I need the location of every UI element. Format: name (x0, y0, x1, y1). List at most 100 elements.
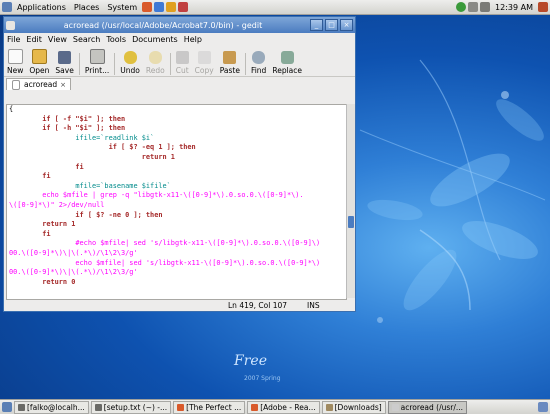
bottom-panel: [falko@localh... [setup.txt (~) -... [Th… (0, 399, 550, 414)
window-menu-icon[interactable] (6, 20, 15, 30)
text-editor-icon (94, 403, 102, 411)
code-line: \([0-9]*\)" 2>/dev/null (9, 200, 105, 209)
code-line: return 1 (9, 152, 175, 161)
folder-icon (325, 403, 333, 411)
wallpaper-subtitle: 2007 Spring (244, 375, 281, 382)
menu-bar: File Edit View Search Tools Documents He… (4, 33, 355, 46)
magnifier-icon (252, 51, 266, 64)
tab-label: acroread (24, 80, 58, 89)
taskbar-item-setup[interactable]: [setup.txt (~) -... (90, 400, 172, 414)
print-button[interactable]: Print... (85, 49, 109, 75)
menu-view[interactable]: View (45, 35, 70, 44)
code-line: if [ -h "$i" ]; then (9, 124, 126, 133)
window-titlebar[interactable]: acroread (/usr/local/Adobe/Acrobat7.0/bi… (4, 17, 355, 33)
save-button[interactable]: Save (55, 51, 74, 75)
scrollbar-thumb[interactable] (348, 216, 354, 228)
menu-search[interactable]: Search (70, 35, 103, 44)
toolbar-separator (78, 53, 80, 75)
taskbar-item-downloads[interactable]: [Downloads] (321, 400, 386, 414)
menu-edit[interactable]: Edit (23, 35, 45, 44)
code-line: #echo $mfile| sed 's/libgtk-x11-\([0-9]*… (9, 239, 321, 248)
top-panel: Applications Places System 12:39 AM (0, 0, 550, 15)
logout-icon[interactable] (538, 2, 548, 12)
code-line: fi (9, 229, 51, 238)
main-menu-icon[interactable] (2, 2, 12, 12)
network-status-icon[interactable] (456, 2, 467, 12)
vertical-scrollbar[interactable] (346, 104, 355, 298)
taskbar-item-terminal[interactable]: [falko@localh... (14, 400, 89, 414)
find-button[interactable]: Find (251, 51, 266, 75)
toolbar-separator (114, 53, 116, 75)
code-line: echo $mfile | grep -q "libgtk-x11-\([0-9… (9, 191, 304, 200)
cut-button[interactable]: Cut (175, 51, 189, 75)
replace-icon (280, 51, 294, 64)
open-button[interactable]: Open (29, 49, 49, 75)
minimize-button[interactable]: _ (310, 19, 323, 31)
code-block: { if [ -f "$i" ]; then if [ -h "$i" ]; t… (7, 105, 346, 287)
undo-button[interactable]: Undo (120, 51, 140, 75)
clock[interactable]: 12:39 AM (491, 3, 537, 12)
menu-documents[interactable]: Documents (129, 35, 181, 44)
replace-label: Replace (272, 66, 302, 75)
cursor-position: Ln 419, Col 107 (228, 300, 288, 310)
paste-button[interactable]: Paste (220, 51, 240, 75)
workspace-switcher-icon[interactable] (538, 402, 548, 412)
code-line: 00.\([0-9]*\)\|\(.*\)/\1\2\3/g' (9, 248, 138, 257)
gedit-window: acroread (/usr/local/Adobe/Acrobat7.0/bi… (3, 16, 356, 312)
find-label: Find (250, 66, 267, 75)
code-line: fi (9, 172, 51, 181)
insert-mode: INS (307, 300, 320, 310)
tab-close-icon[interactable]: × (60, 81, 66, 89)
launcher-icon-2[interactable] (154, 2, 165, 12)
redo-button[interactable]: Redo (146, 51, 165, 75)
code-line: return 1 (9, 220, 76, 229)
code-line: if [ $? -eq 1 ]; then (9, 143, 196, 152)
show-desktop-icon[interactable] (2, 402, 12, 412)
maximize-button[interactable]: □ (325, 19, 338, 31)
clipboard-icon (223, 51, 237, 64)
code-line: { (9, 105, 14, 113)
new-button[interactable]: New (7, 49, 23, 75)
close-button[interactable]: × (340, 19, 353, 31)
cut-label: Cut (175, 66, 189, 75)
menu-file[interactable]: File (4, 35, 23, 44)
scissors-icon (175, 51, 189, 64)
launcher-icon-3[interactable] (166, 2, 177, 12)
volume-icon[interactable] (480, 2, 491, 12)
undo-icon (123, 51, 137, 64)
places-menu[interactable]: Places (70, 3, 103, 12)
code-line: 00.\([0-9]*\)\|\(.*\)/\1\2\3/g' (9, 268, 138, 277)
tab-acroread[interactable]: acroread × (6, 78, 71, 90)
code-line: return 0 (9, 277, 76, 286)
menu-help[interactable]: Help (181, 35, 205, 44)
code-line: ifile=`readlink $i` (9, 133, 155, 142)
code-line: fi (9, 162, 84, 171)
taskbar-item-adobe[interactable]: [Adobe - Rea... (247, 400, 320, 414)
launcher-icon-1[interactable] (142, 2, 153, 12)
toolbar-separator (169, 53, 171, 75)
browser-icon (177, 403, 185, 411)
redo-icon (148, 51, 162, 64)
taskbar-item-acroread[interactable]: acroread (/usr/... (387, 400, 468, 414)
save-label: Save (55, 66, 74, 75)
status-bar: Ln 419, Col 107 INS (4, 299, 355, 311)
menu-tools[interactable]: Tools (103, 35, 129, 44)
applications-menu[interactable]: Applications (13, 3, 70, 12)
toolbar: New Open Save Print... Undo Redo Cut Cop… (4, 46, 355, 77)
new-document-icon (7, 49, 23, 64)
copy-button[interactable]: Copy (195, 51, 214, 75)
copy-label: Copy (194, 66, 214, 75)
browser-icon (251, 403, 259, 411)
launcher-icon-4[interactable] (178, 2, 189, 12)
text-editor-icon (391, 403, 399, 411)
update-icon[interactable] (468, 2, 479, 12)
code-line: if [ -f "$i" ]; then (9, 114, 126, 123)
code-line: echo $mfile| sed 's/libgtk-x11-\([0-9]*\… (9, 258, 321, 267)
taskbar-item-perfect[interactable]: [The Perfect ... (173, 400, 246, 414)
toolbar-separator (244, 53, 246, 75)
undo-label: Undo (120, 66, 140, 75)
document-tabs: acroread × (4, 77, 355, 90)
replace-button[interactable]: Replace (272, 51, 302, 75)
text-editor[interactable]: { if [ -f "$i" ]; then if [ -h "$i" ]; t… (6, 104, 347, 300)
system-menu[interactable]: System (103, 3, 141, 12)
